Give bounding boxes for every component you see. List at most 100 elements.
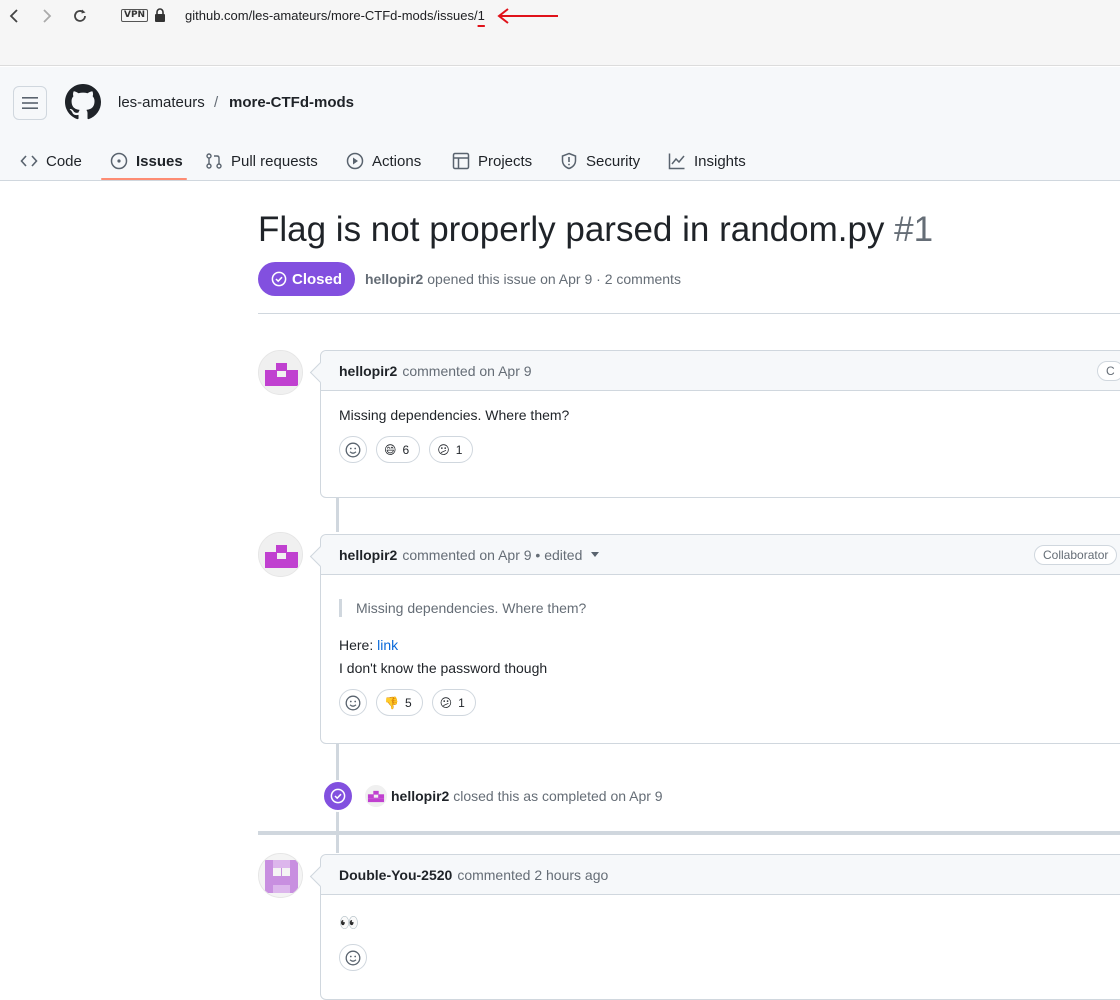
avatar[interactable] — [258, 532, 303, 577]
reaction-confused-button[interactable]: 😕 1 — [429, 436, 474, 463]
hamburger-icon — [22, 97, 38, 109]
lock-icon[interactable] — [153, 8, 167, 22]
caret-down-icon[interactable] — [591, 551, 600, 558]
comment-card: Double-You-2520 commented 2 hours ago 👀 — [320, 854, 1120, 1000]
url-text: github.com/les-amateurs/more-CTFd-mods/i… — [185, 8, 478, 23]
issue-author-link[interactable]: hellopir2 — [365, 271, 423, 287]
tab-label: Insights — [694, 152, 746, 170]
issue-number: #1 — [894, 210, 934, 249]
event-actor-link[interactable]: hellopir2 — [391, 788, 449, 804]
comment-meta[interactable]: commented 2 hours ago — [457, 867, 608, 883]
table-icon — [452, 152, 470, 170]
comment-body: Missing dependencies. Where them? Here: … — [321, 575, 1120, 716]
role-badge: C — [1097, 361, 1120, 381]
tab-security[interactable]: Security — [560, 141, 640, 181]
comment-text: 👀 — [339, 915, 359, 932]
repo-owner-link[interactable]: les-amateurs — [118, 94, 205, 111]
reaction-emoji: 😕 — [437, 442, 450, 457]
add-reaction-button[interactable] — [339, 436, 367, 463]
comment-text-line: Here: link — [339, 637, 1120, 654]
identicon-icon — [259, 351, 302, 394]
red-arrow-annotation-icon — [497, 8, 558, 24]
reaction-count: 1 — [458, 695, 465, 710]
github-logo-icon[interactable] — [65, 84, 101, 120]
tab-issues[interactable]: Issues — [110, 141, 183, 181]
comment-body: Missing dependencies. Where them? 😄 6 😕 … — [321, 391, 1120, 463]
play-icon — [346, 152, 364, 170]
graph-icon — [668, 153, 685, 170]
here-prefix: Here: — [339, 637, 378, 653]
header-divider — [258, 313, 1120, 314]
smiley-icon — [345, 950, 361, 965]
comment-author-link[interactable]: hellopir2 — [339, 547, 397, 563]
issue-meta-text: opened this issue on Apr 9 · 2 comments — [427, 271, 681, 287]
timeline-line — [336, 498, 339, 532]
issue-state-label: Closed — [291, 270, 342, 288]
comment-meta[interactable]: commented on Apr 9 — [402, 363, 531, 379]
smiley-icon — [345, 442, 361, 457]
timeline-line — [336, 835, 339, 853]
back-icon[interactable] — [4, 6, 24, 26]
menu-button[interactable] — [13, 86, 47, 120]
url-issue-number: 1 — [477, 8, 485, 23]
reaction-confused-button[interactable]: 😕 1 — [431, 689, 476, 716]
role-badge: Collaborator — [1034, 545, 1118, 565]
closed-event-badge — [322, 780, 354, 812]
browser-toolbar: VPN github.com/les-amateurs/more-CTFd-mo… — [0, 0, 1120, 66]
avatar[interactable] — [258, 853, 303, 898]
issue-closed-icon — [271, 271, 287, 287]
comment-header: hellopir2 commented on Apr 9 • edited Co… — [321, 535, 1120, 575]
avatar[interactable] — [365, 785, 387, 807]
tab-projects[interactable]: Projects — [452, 141, 532, 181]
reaction-emoji: 👎 — [384, 695, 399, 710]
comment-meta[interactable]: commented on Apr 9 • edited — [402, 547, 582, 563]
avatar[interactable] — [258, 350, 303, 395]
comment-card: hellopir2 commented on Apr 9 • edited Co… — [320, 534, 1120, 744]
reaction-laugh-button[interactable]: 😄 6 — [376, 436, 421, 463]
reaction-thumbsdown-button[interactable]: 👎 5 — [376, 689, 423, 716]
comment-text: Missing dependencies. Where them? — [339, 407, 570, 423]
event-description: closed this as completed on Apr 9 — [453, 788, 663, 804]
reactions-bar: 👎 5 😕 1 — [339, 689, 1120, 716]
add-reaction-button[interactable] — [339, 689, 367, 716]
issue-opened-icon — [110, 152, 128, 170]
comment-quote: Missing dependencies. Where them? — [339, 599, 1120, 617]
comment-card: hellopir2 commented on Apr 9 C Missing d… — [320, 350, 1120, 498]
code-icon — [20, 155, 38, 167]
issue-title-text: Flag is not properly parsed in random.py — [258, 210, 885, 249]
comment-header: Double-You-2520 commented 2 hours ago — [321, 855, 1120, 895]
tab-label: Projects — [478, 152, 533, 170]
tab-code[interactable]: Code — [20, 141, 82, 181]
comment-body: 👀 — [321, 895, 1120, 971]
repo-name-link[interactable]: more-CTFd-mods — [229, 94, 354, 111]
tab-label: Code — [46, 152, 82, 170]
smiley-icon — [345, 695, 361, 710]
identicon-icon — [259, 854, 302, 897]
timeline-separator — [258, 831, 1120, 835]
add-reaction-button[interactable] — [339, 944, 367, 971]
tab-actions[interactable]: Actions — [346, 141, 421, 181]
address-bar[interactable]: github.com/les-amateurs/more-CTFd-mods/i… — [185, 8, 485, 23]
reaction-count: 1 — [455, 442, 463, 457]
tab-label: Security — [586, 152, 641, 170]
comment-author-link[interactable]: Double-You-2520 — [339, 867, 452, 883]
breadcrumb-separator: / — [214, 94, 219, 111]
vpn-badge[interactable]: VPN — [121, 9, 149, 22]
issue-closed-icon — [330, 788, 346, 804]
reaction-count: 5 — [404, 695, 412, 710]
forward-icon[interactable] — [37, 6, 57, 26]
comment-author-link[interactable]: hellopir2 — [339, 363, 397, 379]
reload-icon[interactable] — [70, 6, 90, 26]
comment-link[interactable]: link — [377, 637, 398, 653]
tab-insights[interactable]: Insights — [668, 141, 746, 181]
tab-pull-requests[interactable]: Pull requests — [205, 141, 318, 181]
reaction-count: 6 — [402, 442, 410, 457]
active-tab-indicator — [101, 178, 187, 180]
tab-label: Issues — [136, 152, 183, 170]
issue-meta: hellopir2 opened this issue on Apr 9 · 2… — [365, 271, 681, 287]
tab-label: Actions — [372, 152, 422, 170]
tab-label: Pull requests — [231, 152, 318, 170]
repo-header: les-amateurs / more-CTFd-mods Code Issue… — [0, 67, 1120, 181]
comment-header: hellopir2 commented on Apr 9 C — [321, 351, 1120, 391]
shield-icon — [561, 152, 577, 170]
